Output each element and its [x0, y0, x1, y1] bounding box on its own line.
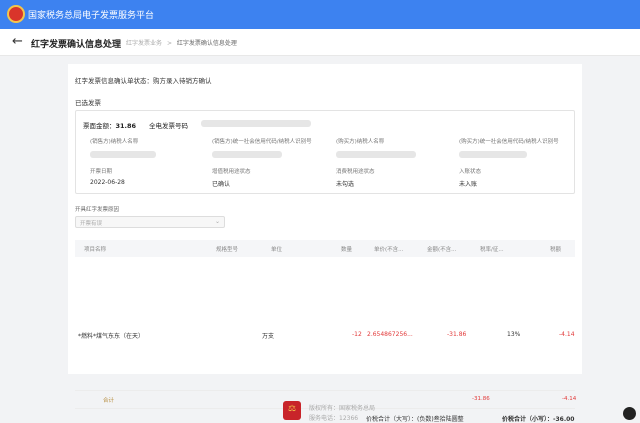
back-arrow-icon[interactable]: ←	[12, 34, 23, 49]
issue-date-value: 2022-06-28	[90, 179, 125, 186]
national-emblem-logo: ⚖	[283, 401, 301, 420]
breadcrumb-separator: >	[166, 40, 172, 47]
col-item-name: 项目名称	[84, 247, 107, 253]
col-quantity: 数量	[341, 247, 353, 253]
page-title: 红字发票确认信息处理	[31, 40, 122, 50]
item-quantity: -12	[352, 331, 362, 338]
consumption-tax-usage-label: 消费税用途状态	[336, 169, 375, 175]
invoice-info-box: 票面金额：31.86 全电发票号码 (销售方)纳税人名称 (销售方)统一社会信用…	[75, 110, 575, 194]
confirmation-status: 红字发票信息确认单状态：购方录入待销方确认	[75, 77, 212, 85]
footer-copyright: 版权所有：国家税务总局	[309, 405, 376, 412]
grand-total-amount: 价税合计（小写）：-36.00	[502, 416, 575, 423]
reason-select-placeholder: 开票有误	[80, 221, 103, 227]
page-header: ← 红字发票确认信息处理 红字发票业务 > 红字发票确认信息处理	[0, 29, 640, 56]
main-card: 红字发票信息确认单状态：购方录入待销方确认 已选发票 票面金额：31.86 全电…	[68, 64, 582, 423]
redacted-seller-name	[90, 151, 156, 158]
chevron-down-icon: ⌄	[214, 218, 220, 225]
item-tax: -4.14	[559, 331, 575, 338]
item-name: *燃料*煤气东东（在天）	[78, 333, 145, 340]
issue-date-label: 开票日期	[90, 169, 113, 175]
redacted-buyer-name	[336, 151, 416, 158]
amount-value: 31.86	[115, 122, 137, 130]
col-unit-price: 单价(不含...	[374, 247, 404, 253]
table-header: 项目名称 规格型号 单位 数量 单价(不含... 金额(不含... 税率/征..…	[75, 240, 575, 257]
amount-label: 票面金额：	[83, 122, 116, 130]
total-label: 合计	[103, 398, 115, 404]
breadcrumb-item[interactable]: 红字发票业务	[126, 40, 162, 47]
col-spec: 规格型号	[216, 247, 239, 253]
col-tax-rate: 税率/征...	[480, 247, 504, 253]
col-amount: 金额(不含...	[427, 247, 457, 253]
help-float-icon[interactable]	[623, 407, 636, 420]
item-amount: -31.86	[447, 331, 467, 338]
breadcrumb-item-current: 红字发票确认信息处理	[176, 40, 237, 47]
selected-invoice-title: 已选发票	[75, 99, 101, 107]
total-tax: -4.14	[562, 396, 577, 402]
total-divider	[75, 390, 575, 391]
top-bar: 国家税务总局电子发票服务平台	[0, 0, 640, 29]
redacted-buyer-tax-id	[459, 151, 527, 158]
buyer-name-label: (购买方)纳税人名称	[336, 139, 385, 145]
vat-usage-label: 增值税用途状态	[212, 169, 251, 175]
col-unit: 单位	[271, 247, 283, 253]
einvoice-number-label: 全电发票号码	[149, 122, 188, 130]
bookkeeping-status-label: 入账状态	[459, 169, 482, 175]
seller-tax-id-label: (销售方)统一社会信用代码/纳税人识别号	[212, 139, 312, 145]
red-invoice-reason-select[interactable]: 开票有误 ⌄	[75, 216, 225, 228]
redacted-einvoice-number	[201, 120, 311, 127]
red-invoice-reason-label: 开具红字发票原因	[75, 207, 120, 213]
item-tax-rate: 13%	[507, 331, 521, 338]
consumption-tax-usage-value: 未勾选	[336, 181, 355, 188]
total-amount: -31.86	[472, 396, 490, 402]
buyer-tax-id-label: (购买方)统一社会信用代码/纳税人识别号	[459, 139, 559, 145]
tax-bureau-logo	[7, 5, 25, 23]
item-unit-price: 2.654867256...	[367, 331, 413, 338]
redacted-seller-tax-id	[212, 151, 282, 158]
breadcrumb: 红字发票业务 > 红字发票确认信息处理	[126, 38, 237, 47]
app-title: 国家税务总局电子发票服务平台	[28, 11, 155, 21]
col-tax: 税额	[550, 247, 562, 253]
grand-total-uppercase: 价税合计（大写）：(负数)叁拾陆圆整	[366, 416, 464, 423]
vat-usage-value: 已确认	[212, 181, 231, 188]
seller-name-label: (销售方)纳税人名称	[90, 139, 139, 145]
item-unit: 万支	[262, 333, 275, 340]
footer-phone: 服务电话：12366	[309, 415, 359, 422]
invoice-amount: 票面金额：31.86	[83, 120, 136, 130]
bookkeeping-status-value: 未入账	[459, 181, 478, 188]
